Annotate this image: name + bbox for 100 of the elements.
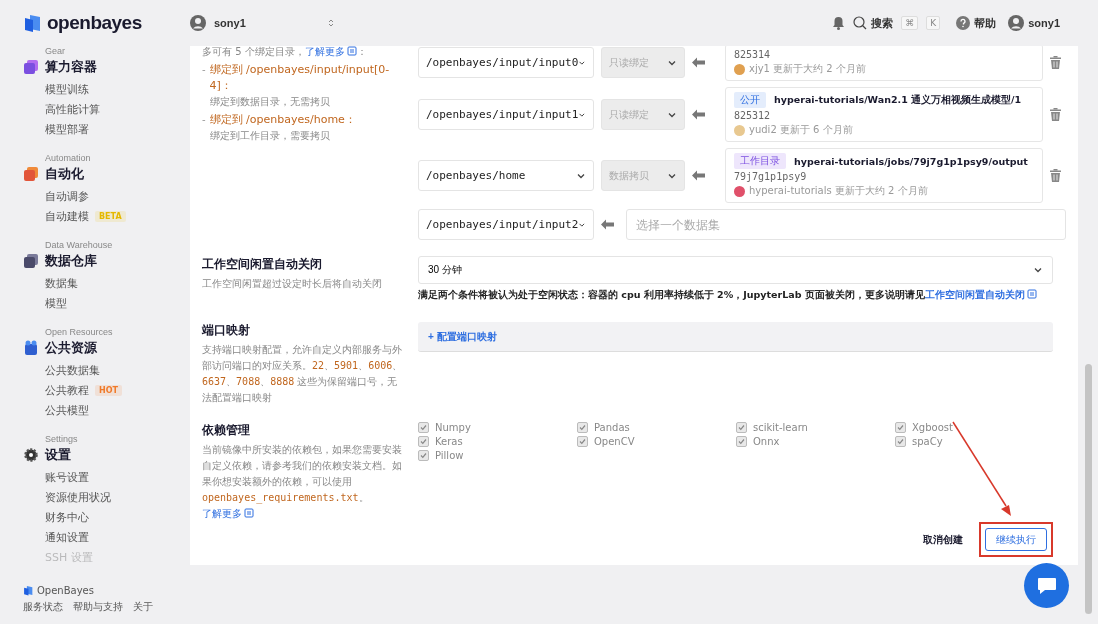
binding-note: 多可有 5 个绑定目录，了解更多 ： — [202, 46, 368, 59]
timeout-select[interactable]: 30 分钟 — [418, 256, 1053, 284]
document-icon — [244, 508, 254, 518]
continue-button[interactable]: 继续执行 — [985, 528, 1047, 551]
package-name: Numpy — [435, 422, 471, 433]
checkbox[interactable] — [736, 436, 747, 447]
idle-doc-link[interactable]: 工作空间闲置自动关闭 — [924, 289, 1037, 300]
shortcut-key: K — [926, 16, 941, 30]
arrow-left-icon — [692, 57, 705, 68]
update-info: hyperai-tutorials 更新于大约 2 个月前 — [749, 184, 928, 198]
help-button[interactable]: 帮助 — [956, 15, 997, 31]
sidebar-item[interactable]: 模型部署 — [45, 119, 190, 139]
chevron-updown-icon — [327, 18, 335, 28]
section-caption: Data Warehouse — [45, 240, 114, 250]
footer-link[interactable]: 服务状态 — [23, 600, 63, 614]
field-label: 端口映射 — [202, 322, 251, 339]
workspace-switcher[interactable]: sony1 — [190, 15, 335, 31]
checkbox[interactable] — [895, 422, 906, 433]
package-name: Keras — [435, 436, 463, 447]
sidebar-item[interactable]: 高性能计算 — [45, 99, 190, 119]
chat-button[interactable] — [1024, 563, 1069, 608]
footer-link[interactable]: 关于 — [133, 600, 153, 614]
sidebar-item[interactable]: 资源使用状况 — [45, 487, 190, 507]
sidebar-item[interactable]: 数据集 — [45, 273, 190, 293]
package-name: spaCy — [912, 436, 943, 447]
rule-title: 绑定到 /openbayes/home： — [209, 112, 356, 128]
field-description: 工作空间闲置超过设定时长后将自动关闭 — [202, 277, 383, 291]
section-caption: Settings — [45, 434, 79, 444]
checkbox[interactable] — [418, 422, 429, 433]
checkbox[interactable] — [418, 436, 429, 447]
package-name: scikit-learn — [753, 422, 808, 433]
learn-more-link[interactable]: 了解更多 — [202, 508, 254, 519]
field-description: 支持端口映射配置，允许自定义内部服务与外部访问端口的对应关系。22、5901、6006、6637、7088、8888 这些为保留端口号，无法配置端口映射 — [202, 343, 404, 405]
footer-brand: OpenBayes — [37, 585, 94, 596]
sidebar-item[interactable]: 公共模型 — [45, 400, 190, 420]
badge: BETA — [95, 210, 126, 222]
cancel-button[interactable]: 取消创建 — [917, 531, 969, 548]
cube-icon — [23, 253, 39, 269]
search-button[interactable]: 搜索 — [853, 15, 894, 31]
checkbox[interactable] — [418, 450, 429, 461]
section-title[interactable]: 设置 — [45, 446, 71, 464]
sidebar-item[interactable]: 自动调参 — [45, 186, 190, 206]
dataset-title: hyperai-tutorials/Wan2.1 通义万相视频生成模型/1 — [774, 93, 1022, 107]
dataset-input[interactable]: 选择一个数据集 — [626, 209, 1066, 240]
rule-description: 绑定到工作目录，需要拷贝 — [209, 129, 331, 143]
sidebar-item[interactable]: 财务中心 — [45, 507, 190, 527]
checkbox[interactable] — [577, 436, 588, 447]
section-caption: Gear — [45, 46, 66, 56]
section-caption: Automation — [45, 153, 92, 163]
cube-icon — [23, 340, 39, 356]
idle-note: 满足两个条件将被认为处于空闲状态：容器的 cpu 利用率持续低于 2%，JupyterLab 页面被关闭，更多说明请见工作空间闲置自动关闭 — [418, 288, 1053, 302]
sidebar-item[interactable]: 模型训练 — [45, 79, 190, 99]
update-info: xjy1 更新于大约 2 个月前 — [749, 62, 866, 76]
section-title[interactable]: 算力容器 — [45, 58, 97, 76]
sidebar-item[interactable]: 自动建模 BETA — [45, 206, 190, 226]
logo-icon — [23, 585, 34, 596]
sidebar-item[interactable]: 公共数据集 — [45, 360, 190, 380]
dataset-id: 825312 — [734, 110, 772, 121]
sidebar-item[interactable]: 账号设置 — [45, 467, 190, 487]
bullet: - — [202, 113, 206, 127]
shortcut-key: ⌘ — [901, 16, 919, 30]
footer-link[interactable]: 帮助与支持 — [73, 600, 123, 614]
rule-description: 绑定到数据目录，无需拷贝 — [209, 95, 331, 109]
checkbox[interactable] — [895, 436, 906, 447]
sidebar-item[interactable]: 通知设置 — [45, 527, 190, 547]
package-name: Xgboost — [912, 422, 953, 433]
package-name: Pillow — [435, 450, 464, 461]
bell-icon[interactable] — [832, 16, 846, 30]
user-avatar-icon — [734, 185, 745, 197]
brand-name: openbayes — [47, 12, 142, 34]
path-select[interactable]: /openbayes/input/input2 — [418, 209, 594, 240]
search-icon — [853, 16, 868, 30]
path-select[interactable]: /openbayes/input/input0 — [418, 47, 594, 78]
path-select[interactable]: /openbayes/home — [418, 160, 594, 191]
dataset-id: 79j7g1p1psy9 — [734, 171, 808, 182]
trash-icon — [1050, 169, 1061, 182]
checkbox[interactable] — [577, 422, 588, 433]
logo-icon — [23, 13, 43, 33]
chevron-down-icon — [1033, 265, 1043, 275]
user-menu[interactable]: sony1 — [1008, 15, 1060, 31]
tag: 工作目录 — [734, 153, 786, 169]
learn-more-link[interactable]: 了解更多 — [304, 46, 357, 57]
field-label: 工作空间闲置自动关闭 — [202, 256, 323, 273]
port-mapping-button[interactable]: + 配置端口映射 — [418, 322, 1053, 352]
package-name: OpenCV — [594, 436, 635, 447]
section-title[interactable]: 数据仓库 — [45, 252, 97, 270]
path-select[interactable]: /openbayes/input/input1 — [418, 99, 594, 130]
section-title[interactable]: 公共资源 — [45, 339, 97, 357]
document-icon — [1026, 289, 1037, 299]
arrow-left-icon — [692, 109, 705, 120]
sidebar-item[interactable]: 模型 — [45, 293, 190, 313]
field-description: 当前镜像中所安装的依赖包，如果您需要安装自定义依赖，请参考我们的依赖安装文档。如果你想安装额外的依赖，可以使用 openbayes_requirements.txt。 了解更多 — [202, 443, 403, 521]
package-name: Pandas — [594, 422, 630, 433]
user-avatar-icon — [734, 124, 745, 136]
sidebar-item[interactable]: 公共教程 HOT — [45, 380, 190, 400]
section-title[interactable]: 自动化 — [45, 165, 84, 183]
badge: HOT — [95, 384, 122, 396]
document-icon — [346, 46, 357, 56]
update-info: yudi2 更新于 6 个月前 — [749, 123, 853, 137]
checkbox[interactable] — [736, 422, 747, 433]
